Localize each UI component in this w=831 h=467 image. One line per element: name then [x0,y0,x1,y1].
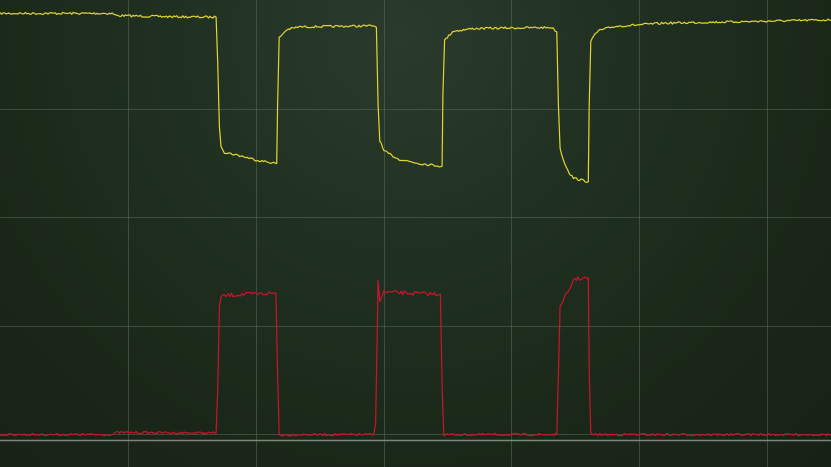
trace-channel-1 [0,11,831,183]
waveform-plot [0,0,831,467]
oscilloscope-screen [0,0,831,467]
traces [0,11,831,437]
trace-channel-2 [0,276,831,437]
graticule [0,0,831,467]
